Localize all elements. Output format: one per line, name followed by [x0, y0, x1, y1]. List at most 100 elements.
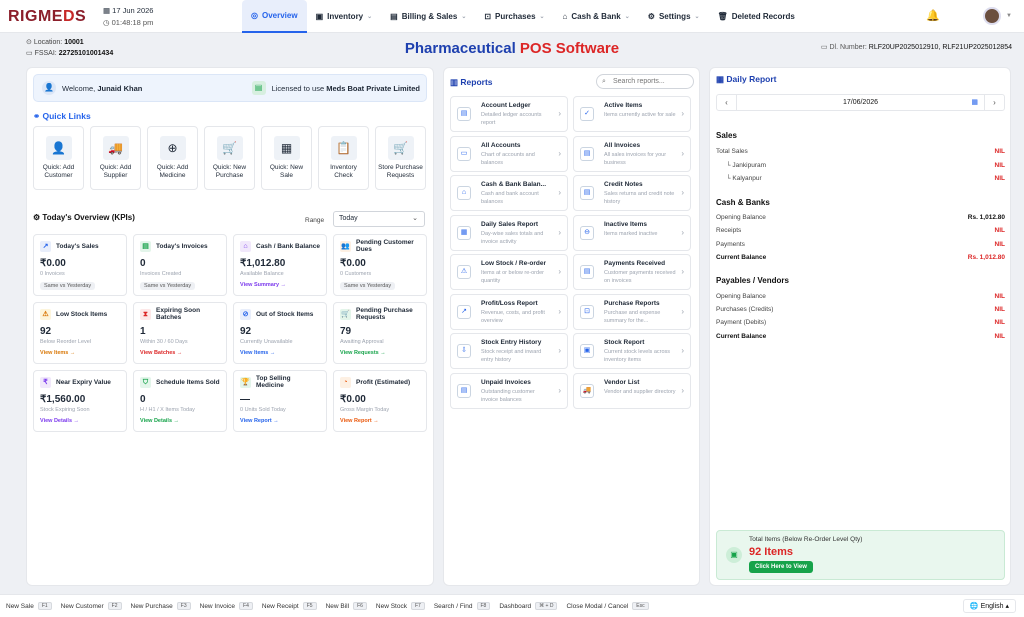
license-icon: ▤ [251, 81, 266, 95]
kpi-value: ₹0.00 [340, 258, 366, 269]
nav-icon: ⊡ [484, 12, 492, 21]
report-icon: ▦ [457, 225, 471, 240]
shortcut-dashboard[interactable]: Dashboard ⌘ + D [499, 602, 558, 610]
current-date: ▦ 17 Jun 2026 [103, 6, 154, 15]
kpi-title: ◔ Profit (Estimated) [340, 376, 420, 388]
nav-label: Cash & Bank [571, 12, 621, 21]
report-title: Credit Notes [604, 181, 643, 188]
kpi-link[interactable]: View Batches → [140, 350, 220, 356]
kpi-card: 🏆 Top Selling Medicine — 0 Units Sold Today… [233, 370, 327, 432]
report-item[interactable]: ▤ Unpaid Invoices Outstanding customer inv… [450, 372, 568, 409]
kpi-card: ◔ Profit (Estimated) ₹0.00 Gross Margin Tod… [333, 370, 427, 432]
report-item[interactable]: ▤ Credit Notes Sales returns and credit no… [573, 175, 691, 211]
shortcut-label: New Bill [325, 602, 350, 610]
report-title: Profit/Loss Report [481, 299, 538, 307]
nav-billing-sales[interactable]: ▤ Billing & Sales ⌄ [381, 0, 475, 33]
report-item[interactable]: ↗ Profit/Loss Report Revenue, costs, and p… [450, 293, 568, 330]
quick-link-customer[interactable]: 👤 Quick: Add Customer [33, 126, 84, 190]
range-select[interactable]: Today ⌄ [333, 211, 425, 227]
row-label: Opening Balance [716, 214, 766, 221]
nav-inventory[interactable]: ▣ Inventory ⌄ [307, 0, 382, 33]
report-item[interactable]: ▤ Payments Received Customer payments rece… [573, 254, 691, 290]
report-item[interactable]: ▤ All Invoices All sales invoices for your… [573, 135, 691, 172]
shortcut-new-stock[interactable]: New Stock F7 [376, 602, 425, 610]
chevron-down-icon: ⌄ [624, 14, 630, 20]
kpi-link[interactable]: View Summary → [240, 282, 320, 288]
next-day-button[interactable]: › [984, 95, 1004, 110]
report-item[interactable]: ⚠ Low Stock / Re-order Items at or below r… [450, 254, 568, 290]
shortcut-new-bill[interactable]: New Bill F6 [326, 602, 367, 610]
quick-link-sale[interactable]: ▦ Quick: New Sale [261, 126, 312, 190]
kpi-subtitle: Stock Expiring Soon [40, 407, 90, 413]
shortcut-search-find[interactable]: Search / Find F8 [434, 602, 491, 610]
report-item[interactable]: 🚚 Vendor List Vendor and supplier director… [573, 372, 691, 409]
app-logo[interactable]: RIGMEDS [8, 8, 86, 26]
kpi-link[interactable]: View Details → [40, 418, 120, 424]
kpi-link[interactable]: View Items → [40, 350, 120, 356]
shortcut-key: F5 [302, 602, 317, 610]
report-item[interactable]: ⊡ Purchase Reports Purchase and expense su… [573, 293, 691, 330]
chevron-right-icon: › [681, 227, 684, 237]
kpi-link[interactable]: View Report → [340, 418, 420, 424]
report-item[interactable]: ▭ All Accounts Chart of accounts and balan… [450, 135, 568, 172]
shortcut-new-receipt[interactable]: New Receipt F5 [262, 602, 317, 610]
view-items-button[interactable]: Click Here to View [749, 561, 813, 573]
row-value: NIL [994, 161, 1005, 169]
nav-purchases[interactable]: ⊡ Purchases ⌄ [475, 0, 553, 33]
kpi-badge: Same vs Yesterday [340, 282, 396, 290]
reports-title: ▥ Reports [450, 77, 493, 87]
shortcut-close-modal-cancel[interactable]: Close Modal / Cancel Esc [566, 602, 649, 610]
report-item[interactable]: ⊖ Inactive Items Items marked inactive › [573, 214, 691, 251]
prev-day-button[interactable]: ‹ [717, 95, 737, 110]
chevron-down-icon[interactable]: ▼ [1006, 13, 1012, 19]
report-item[interactable]: ▣ Stock Report Current stock levels across… [573, 333, 691, 369]
shortcut-new-sale[interactable]: New Sale F1 [6, 602, 52, 610]
report-icon: ⌂ [457, 186, 471, 200]
shortcut-new-purchase[interactable]: New Purchase F3 [131, 602, 191, 610]
user-avatar[interactable] [983, 7, 1001, 25]
report-item[interactable]: ✓ Active Items Items currently active for … [573, 96, 691, 132]
kpi-title: ⧗ Expiring Soon Batches [140, 307, 220, 321]
shortcut-key: F2 [107, 602, 122, 610]
bell-icon[interactable]: 🔔 [926, 9, 940, 22]
report-item[interactable]: ⇩ Stock Entry History Stock receipt and in… [450, 333, 568, 369]
nav-cash-bank[interactable]: ⌂ Cash & Bank ⌄ [554, 0, 639, 33]
nav-settings[interactable]: ⚙ Settings ⌄ [639, 0, 709, 33]
clipboard-icon: 📋 [330, 136, 357, 160]
nav-overview[interactable]: ◎ Overview [242, 0, 307, 33]
quick-link-medicine[interactable]: ⊕ Quick: Add Medicine [147, 126, 198, 190]
kpi-link[interactable]: View Details → [140, 418, 220, 424]
kpi-title-text: Out of Stock Items [256, 310, 314, 318]
shortcut-new-invoice[interactable]: New Invoice F4 [200, 602, 253, 610]
shortcut-key: F8 [476, 602, 491, 610]
report-desc: Purchase and expense summary for the... [604, 309, 661, 324]
kpi-link[interactable]: View Report → [240, 418, 320, 424]
quick-link-store-cart[interactable]: 🛒 Store Purchase Requests [375, 126, 426, 190]
logo-text: RIGME [8, 8, 63, 25]
report-desc: Revenue, costs, and profit overview [481, 309, 545, 324]
language-select[interactable]: 🌐 English ▴ [962, 599, 1016, 613]
row-value: NIL [994, 227, 1005, 235]
quick-link-truck[interactable]: 🚚 Quick: Add Supplier [90, 126, 141, 190]
report-item[interactable]: ⌂ Cash & Bank Balan... Cash and bank accou… [450, 175, 568, 211]
calendar-icon[interactable]: ▦ [971, 95, 978, 110]
search-reports-input[interactable]: ⌕ Search reports... [596, 74, 694, 89]
nav-icon: ⌂ [562, 12, 568, 21]
nav-label: Overview [261, 11, 298, 20]
kpi-link[interactable]: View Items → [240, 350, 320, 356]
chevron-right-icon: › [681, 346, 684, 355]
report-desc: Items at or below re-order quantity [481, 270, 544, 284]
quick-link-clipboard[interactable]: 📋 Inventory Check [318, 126, 369, 190]
report-title: Active Items [604, 102, 643, 109]
kpi-link[interactable]: View Requests → [340, 350, 420, 356]
shortcut-bar: New Sale F1 New Customer F2 New Purchase F3 Ne… [0, 594, 1024, 617]
kpi-card: ⊘ Out of Stock Items 92 Currently Unavailab… [233, 302, 327, 364]
shortcut-new-customer[interactable]: New Customer F2 [61, 602, 122, 610]
report-item[interactable]: ▤ Account Ledger Detailed ledger accounts … [450, 96, 568, 132]
report-desc: Items currently active for sale [604, 112, 676, 118]
nav-deleted-records[interactable]: 🗑 Deleted Records [709, 0, 804, 33]
selected-date[interactable]: 17/06/2026 [739, 95, 982, 110]
report-item[interactable]: ▦ Daily Sales Report Day-wise sales totals… [450, 214, 568, 251]
report-icon: ⇩ [457, 344, 471, 358]
quick-link-cart[interactable]: 🛒 Quick: New Purchase [204, 126, 255, 190]
